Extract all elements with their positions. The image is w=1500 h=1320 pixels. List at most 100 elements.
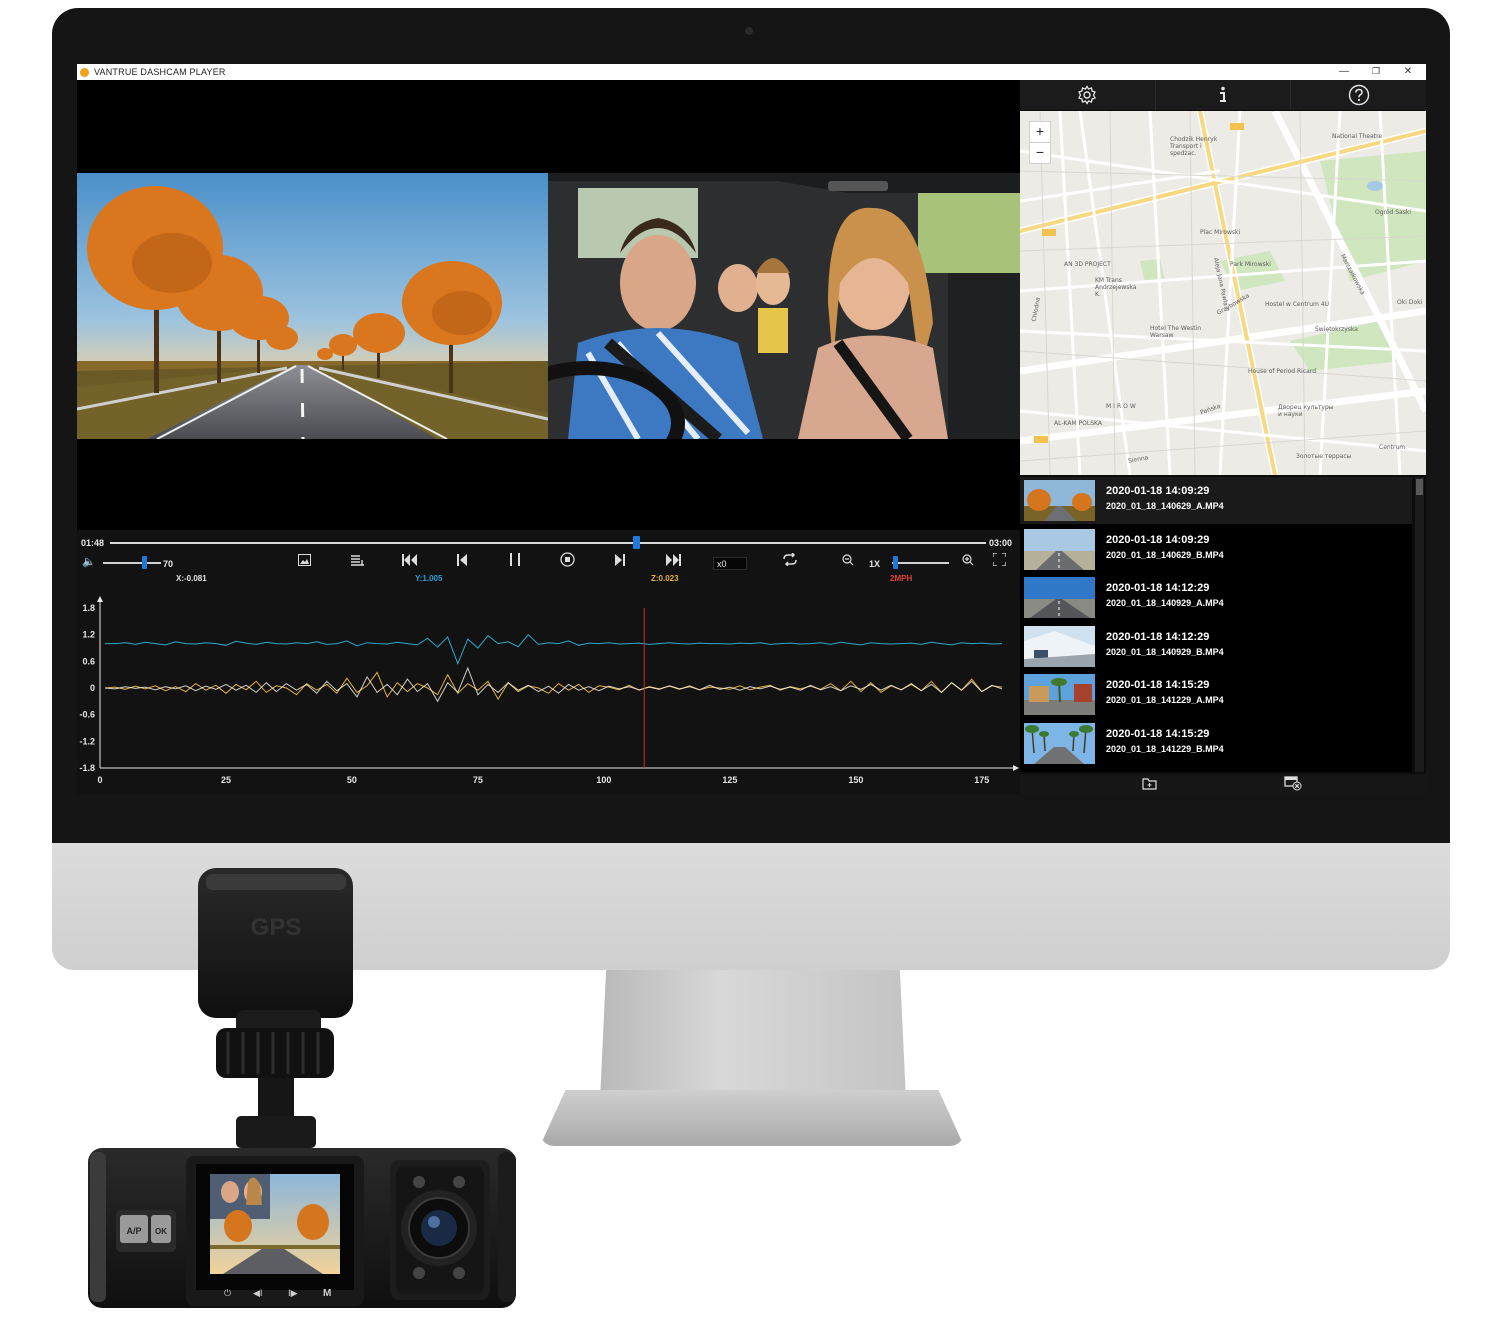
title-bar: VANTRUE DASHCAM PLAYER — ❐ ✕: [77, 64, 1426, 80]
speaker-icon[interactable]: 🔈: [79, 552, 99, 572]
rate-label: 1X: [869, 559, 881, 569]
x-tick-label: 125: [722, 775, 737, 785]
folder-icon[interactable]: [1142, 777, 1157, 795]
product-scene: VANTRUE DASHCAM PLAYER — ❐ ✕ 01:48 03:00…: [0, 0, 1500, 1315]
fullscreen-icon[interactable]: [989, 552, 1009, 572]
monitor-stand-base: [540, 1090, 964, 1146]
file-list-item[interactable]: 2020-01-18 14:09:29 2020_01_18_140629_B.M…: [1020, 526, 1412, 573]
video-thumbnail: [1024, 528, 1095, 570]
video-thumbnail: [1024, 480, 1095, 521]
video-area[interactable]: [77, 80, 1020, 530]
map-label: Oki Doki: [1397, 299, 1423, 306]
image-icon[interactable]: [294, 552, 314, 572]
video-thumbnail: [1024, 722, 1095, 764]
file-name: 2020_01_18_140629_B.MP4: [1106, 549, 1224, 560]
y-tick-label: 0.6: [82, 656, 95, 666]
info-button[interactable]: [1156, 80, 1292, 110]
prev-button: ◀I: [253, 1289, 263, 1299]
rear-camera-view[interactable]: [548, 173, 1020, 439]
map-label: Chodzik Henryk Transport i spedzac.: [1170, 136, 1218, 157]
minimize-button[interactable]: —: [1329, 64, 1359, 80]
volume-slider[interactable]: [103, 562, 161, 564]
file-date: 2020-01-18 14:15:29: [1106, 727, 1210, 740]
front-camera-scene: [77, 173, 548, 439]
speed-readout: 2MPH: [890, 574, 913, 583]
map-label: Park Mirowski: [1230, 261, 1271, 268]
power-button: ⏻: [224, 1288, 231, 1299]
map-label: Świętokrzyska: [1315, 326, 1358, 333]
file-date: 2020-01-18 14:15:29: [1106, 679, 1210, 691]
delete-file-icon[interactable]: [1284, 776, 1302, 796]
file-list-scrollbar[interactable]: [1415, 477, 1424, 772]
restore-button[interactable]: ❐: [1361, 64, 1391, 80]
y-tick-label: 1.8: [82, 603, 95, 613]
y-axis-arrow: [97, 596, 103, 602]
skip-to-end-icon[interactable]: [663, 552, 683, 572]
file-list[interactable]: 2020-01-18 14:09:29 2020_01_18_140629_A.M…: [1020, 477, 1412, 772]
zoom-slider-thumb[interactable]: [892, 556, 898, 569]
seek-slider[interactable]: [110, 542, 986, 544]
volume-slider-thumb[interactable]: [141, 556, 147, 569]
monitor-stand: [600, 970, 906, 1100]
stop-icon[interactable]: [557, 552, 577, 572]
map-label: AL-KAM POLSKA: [1054, 420, 1102, 427]
rear-camera-scene: [548, 173, 1020, 439]
mode-button: M: [323, 1288, 331, 1299]
front-camera-view[interactable]: [77, 173, 548, 439]
y-tick-label: 0: [90, 683, 95, 693]
file-list-item[interactable]: 2020-01-18 14:15:29 2020_01_18_141229_A.M…: [1020, 671, 1412, 718]
y-tick-label: -0.6: [79, 710, 95, 720]
gsensor-chart-svg: 1.81.20.60-0.6-1.2-1.80 25 50 75 100 125 150 17…: [79, 596, 1019, 785]
total-time: 03:00: [989, 538, 1013, 548]
map-label: Hostel w Centrum 4U: [1265, 301, 1330, 308]
y-tick-label: -1.8: [79, 763, 95, 773]
map-zoom-in-button[interactable]: +: [1029, 121, 1051, 143]
file-list-item[interactable]: 2020-01-18 14:12:29 2020_01_18_140929_B.M…: [1020, 623, 1412, 670]
skip-to-start-icon[interactable]: [399, 552, 419, 572]
close-button[interactable]: ✕: [1393, 64, 1423, 80]
volume-value: 70: [163, 559, 174, 569]
file-name: 2020_01_18_141229_B.MP4: [1106, 743, 1224, 754]
zoom-slider[interactable]: [892, 562, 949, 564]
side-toolbar: [1020, 80, 1426, 110]
help-button[interactable]: [1291, 80, 1426, 110]
zoom-out-icon[interactable]: [838, 552, 858, 572]
x-tick-label: 175: [974, 775, 989, 785]
previous-icon[interactable]: [452, 552, 472, 572]
info-icon: [1220, 86, 1226, 102]
current-time: 01:48: [81, 538, 105, 548]
file-date: 2020-01-18 14:09:29: [1106, 485, 1210, 497]
x-tick-label: 50: [347, 775, 357, 785]
list-icon[interactable]: [347, 552, 367, 572]
help-icon: [1348, 84, 1369, 106]
speed-selector[interactable]: x0: [713, 557, 747, 570]
next-icon[interactable]: [610, 552, 630, 572]
file-name: 2020_01_18_140929_A.MP4: [1106, 598, 1224, 608]
x-tick-label: 150: [848, 775, 863, 785]
map-zoom-out-button[interactable]: −: [1029, 142, 1051, 164]
file-list-item[interactable]: 2020-01-18 14:09:29 2020_01_18_140629_A.M…: [1020, 477, 1412, 524]
gps-map[interactable]: + − Chodzik Henryk Transport i spedzac. …: [1020, 111, 1426, 475]
map-label: Золотые террасы: [1296, 453, 1352, 460]
file-list-item[interactable]: 2020-01-18 14:15:29 2020_01_18_141229_B.M…: [1020, 720, 1412, 767]
map-label: House of Period Ricard: [1248, 368, 1316, 375]
gear-icon: [1078, 85, 1097, 105]
video-thumbnail: [1024, 577, 1095, 618]
z-readout: Z:0.023: [651, 574, 679, 583]
dashcam-illustration: GPS ⏻ ◀I I▶ M A/P OK: [88, 868, 516, 1308]
series-line-0: [105, 633, 1003, 665]
zoom-in-icon[interactable]: [958, 552, 978, 572]
gps-mount-label: GPS: [251, 914, 302, 941]
scrollbar-thumb[interactable]: [1416, 479, 1423, 495]
pause-icon[interactable]: [505, 552, 525, 572]
window-title: VANTRUE DASHCAM PLAYER: [94, 67, 226, 77]
next-button: I▶: [288, 1289, 298, 1299]
seek-slider-thumb[interactable]: [632, 536, 640, 549]
repeat-icon[interactable]: [780, 552, 800, 572]
x-readout: X:-0.081: [176, 574, 207, 583]
gsensor-chart[interactable]: 1.8 1.2 0.6 0 -0.6 -1.2 -1.8 0 25 50 75 100 125 150 17…: [77, 590, 1020, 794]
file-list-item[interactable]: 2020-01-18 14:12:29 2020_01_18_140929_A.M…: [1020, 574, 1412, 621]
video-thumbnail: [1024, 674, 1095, 715]
x-tick-label: 100: [596, 775, 611, 785]
settings-button[interactable]: [1020, 80, 1156, 110]
